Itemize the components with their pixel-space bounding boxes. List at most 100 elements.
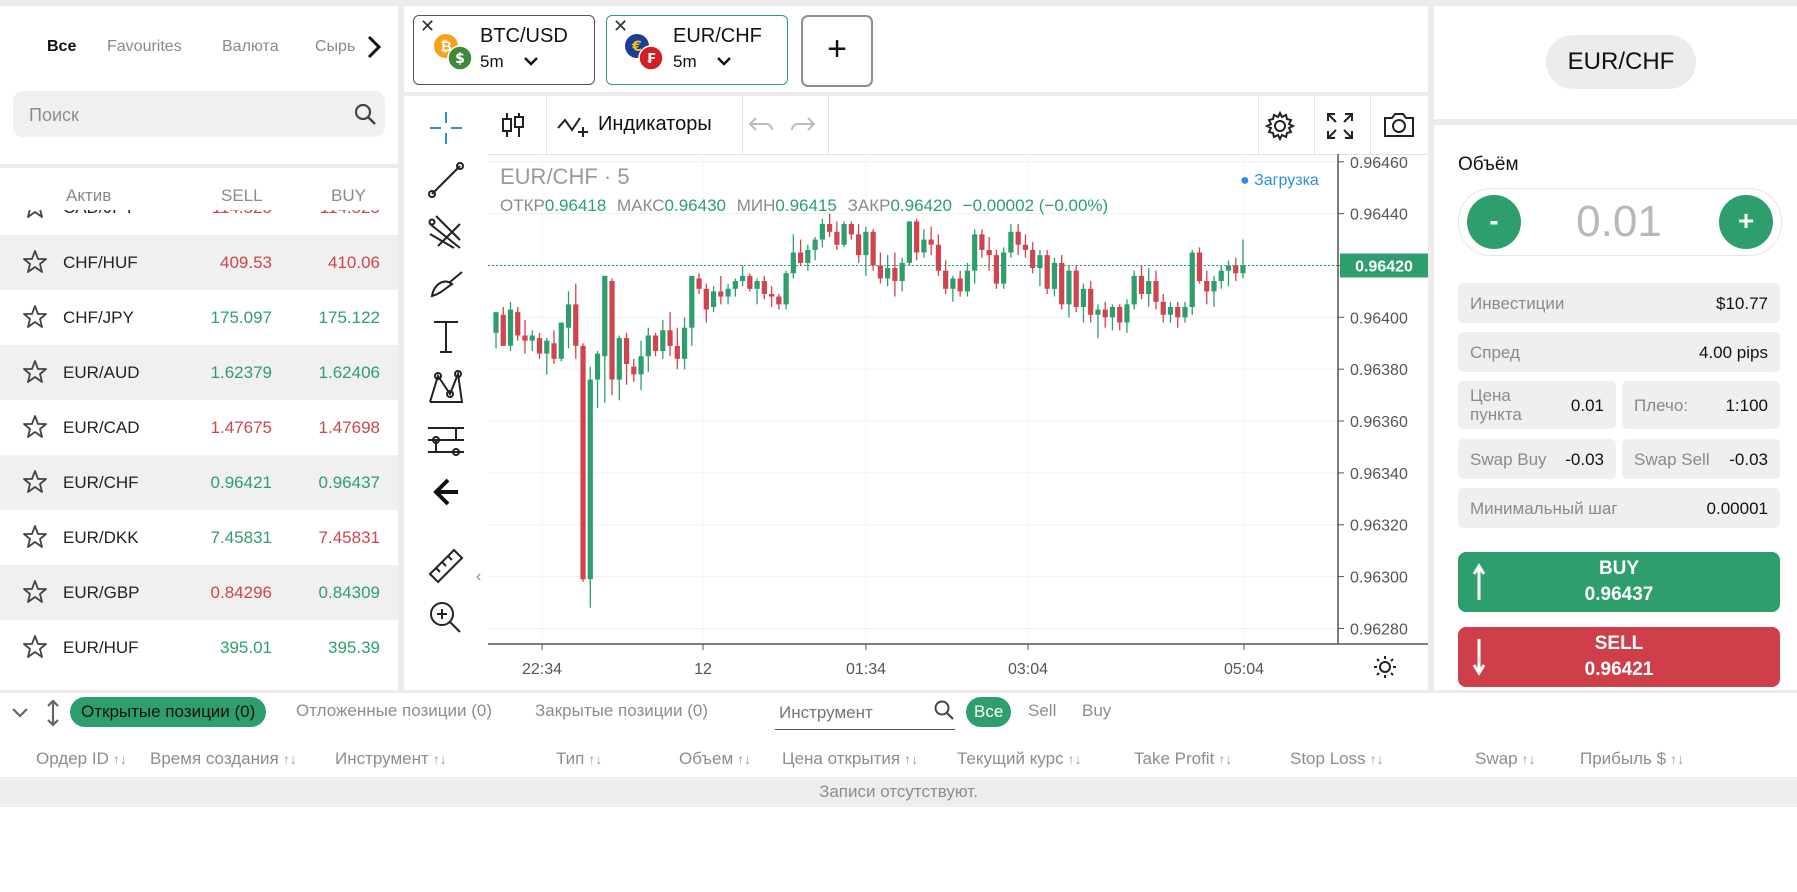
filter-buy[interactable]: Buy — [1082, 701, 1111, 721]
sort-icon[interactable]: ↑↓ — [1218, 751, 1232, 767]
star-icon[interactable] — [22, 249, 48, 275]
asset-row[interactable]: EUR/CHF 0.96421 0.96437 — [0, 455, 398, 510]
asset-row[interactable]: CHF/JPY 175.097 175.122 — [0, 290, 398, 345]
candle-type-icon[interactable] — [498, 110, 528, 145]
volume-input[interactable]: 0.01 — [1559, 197, 1679, 247]
sort-icon[interactable]: ↑↓ — [737, 751, 751, 767]
asset-row[interactable]: CHF/HUF 409.53 410.06 — [0, 235, 398, 290]
asset-row[interactable]: CAD/JPY 114.525114.525 — [0, 210, 398, 235]
filter-all[interactable]: Все — [966, 697, 1012, 727]
table-column-header[interactable]: Тип ↑↓ — [556, 749, 602, 769]
collapse-toolbar-icon[interactable]: ‹ — [476, 568, 481, 586]
search-input[interactable] — [27, 91, 331, 139]
table-column-header[interactable]: Время создания ↑↓ — [150, 749, 297, 769]
asset-buy-price[interactable]: 1.47698 — [270, 418, 380, 438]
search-icon[interactable] — [353, 102, 377, 131]
camera-icon[interactable] — [1382, 110, 1416, 145]
asset-buy-price[interactable]: 175.122 — [270, 308, 380, 328]
asset-row[interactable]: EUR/GBP 0.84296 0.84309 — [0, 565, 398, 620]
sort-icon[interactable]: ↑↓ — [588, 751, 602, 767]
tab-closed-positions[interactable]: Закрытые позиции (0) — [535, 701, 708, 721]
sort-icon[interactable]: ↑↓ — [1522, 751, 1536, 767]
asset-sell-price[interactable]: 0.84296 — [162, 583, 272, 603]
sort-icon[interactable]: ↑↓ — [113, 751, 127, 767]
pitchfork-icon[interactable] — [424, 210, 468, 254]
sort-icon[interactable]: ↑↓ — [433, 751, 447, 767]
sun-icon[interactable] — [1372, 654, 1398, 685]
table-column-header[interactable]: Stop Loss ↑↓ — [1290, 749, 1384, 769]
asset-buy-price[interactable]: 410.06 — [270, 253, 380, 273]
asset-row[interactable]: EUR/AUD 1.62379 1.62406 — [0, 345, 398, 400]
table-column-header[interactable]: Объем ↑↓ — [679, 749, 751, 769]
table-column-header[interactable]: Цена открытия ↑↓ — [782, 749, 918, 769]
buy-button[interactable]: BUY 0.96437 — [1458, 552, 1780, 612]
pattern-tool-icon[interactable] — [424, 366, 468, 410]
asset-buy-price[interactable]: 0.96437 — [270, 473, 380, 493]
asset-sell-price[interactable]: 1.62379 — [162, 363, 272, 383]
star-icon[interactable] — [22, 469, 48, 495]
category-tab-commodities[interactable]: Сырь — [315, 38, 361, 56]
category-tab-currency[interactable]: Валюта — [222, 38, 279, 56]
undo-icon[interactable] — [746, 112, 776, 143]
table-column-header[interactable]: Ордер ID ↑↓ — [36, 749, 127, 769]
column-sell[interactable]: SELL — [221, 186, 263, 206]
star-icon[interactable] — [22, 634, 48, 660]
asset-buy-price[interactable]: 0.84309 — [270, 583, 380, 603]
asset-sell-price[interactable]: 175.097 — [162, 308, 272, 328]
crosshair-icon[interactable] — [424, 106, 468, 150]
asset-sell-price[interactable]: 7.45831 — [162, 528, 272, 548]
chevron-right-icon[interactable] — [364, 34, 384, 65]
sort-icon[interactable]: ↑↓ — [1068, 751, 1082, 767]
asset-sell-price[interactable]: 395.01 — [162, 638, 272, 658]
chevron-down-icon[interactable] — [522, 52, 540, 75]
asset-sell-price[interactable]: 114.525 — [162, 210, 272, 218]
table-column-header[interactable]: Swap ↑↓ — [1475, 749, 1536, 769]
asset-row[interactable]: EUR/DKK 7.45831 7.45831 — [0, 510, 398, 565]
resize-handle-icon[interactable] — [44, 699, 62, 732]
star-icon[interactable] — [22, 359, 48, 385]
indicators-icon[interactable] — [556, 112, 590, 145]
category-tab-all[interactable]: Все — [47, 38, 76, 56]
star-icon[interactable] — [22, 524, 48, 550]
indicators-button[interactable]: Индикаторы — [598, 113, 712, 136]
asset-sell-price[interactable]: 0.96421 — [162, 473, 272, 493]
sort-icon[interactable]: ↑↓ — [1670, 751, 1684, 767]
tab-open-positions[interactable]: Открытые позиции (0) — [70, 697, 267, 727]
ruler-icon[interactable] — [424, 544, 468, 588]
category-tab-favourites[interactable]: Favourites — [107, 38, 182, 56]
add-tab-button[interactable]: + — [801, 15, 873, 87]
sell-button[interactable]: SELL 0.96421 — [1458, 627, 1780, 687]
column-asset[interactable]: Актив — [66, 186, 111, 206]
fullscreen-icon[interactable] — [1324, 110, 1356, 147]
gear-icon[interactable] — [1264, 110, 1296, 147]
text-tool-icon[interactable] — [424, 314, 468, 358]
asset-sell-price[interactable]: 1.47675 — [162, 418, 272, 438]
star-icon[interactable] — [22, 304, 48, 330]
search-icon[interactable] — [933, 699, 955, 726]
arrow-left-icon[interactable] — [424, 470, 468, 514]
instrument-tab-timeframe[interactable]: 5m — [673, 52, 697, 72]
table-column-header[interactable]: Инструмент ↑↓ — [335, 749, 447, 769]
star-icon[interactable] — [22, 579, 48, 605]
sort-icon[interactable]: ↑↓ — [283, 751, 297, 767]
instrument-filter-input[interactable] — [777, 699, 931, 727]
zoom-in-icon[interactable] — [424, 596, 468, 640]
instrument-tab-timeframe[interactable]: 5m — [480, 52, 504, 72]
column-buy[interactable]: BUY — [331, 186, 366, 206]
table-column-header[interactable]: Take Profit ↑↓ — [1134, 749, 1232, 769]
trend-line-icon[interactable] — [424, 158, 468, 202]
candlestick-chart[interactable]: 0.96460 0.96440 0.96420 0.96400 0.96380 0.963… — [488, 154, 1428, 690]
tab-pending-positions[interactable]: Отложенные позиции (0) — [296, 701, 492, 721]
star-icon[interactable] — [22, 414, 48, 440]
asset-sell-price[interactable]: 409.53 — [162, 253, 272, 273]
filter-sell[interactable]: Sell — [1028, 701, 1056, 721]
asset-buy-price[interactable]: 7.45831 — [270, 528, 380, 548]
asset-row[interactable]: EUR/CAD 1.47675 1.47698 — [0, 400, 398, 455]
asset-buy-price[interactable]: 114.525 — [270, 210, 380, 218]
volume-decrease-button[interactable]: - — [1467, 195, 1521, 249]
prediction-tool-icon[interactable] — [424, 418, 468, 462]
sort-icon[interactable]: ↑↓ — [904, 751, 918, 767]
asset-buy-price[interactable]: 1.62406 — [270, 363, 380, 383]
table-column-header[interactable]: Текущий курс ↑↓ — [957, 749, 1082, 769]
asset-row[interactable]: EUR/HUF 395.01 395.39 — [0, 620, 398, 675]
